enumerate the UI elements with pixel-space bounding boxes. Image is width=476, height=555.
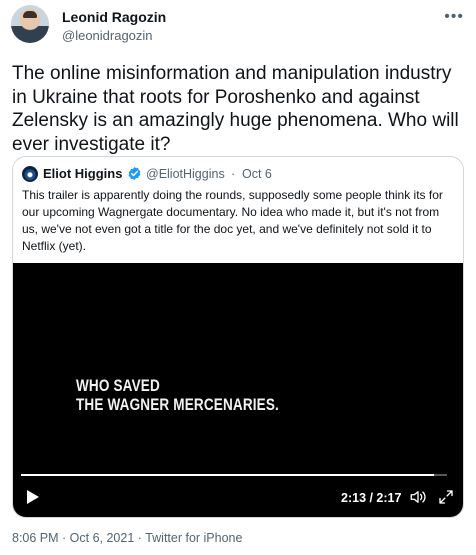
video-progress-bar[interactable] — [21, 474, 447, 476]
video-time: 2:13 / 2:17 — [341, 491, 402, 505]
tweet-timestamp[interactable]: 8:06 PM · Oct 6, 2021 — [12, 531, 134, 545]
tweet-meta: 8:06 PM · Oct 6, 2021 · Twitter for iPho… — [12, 531, 242, 545]
quoted-tweet[interactable]: Eliot Higgins @EliotHiggins · Oct 6 This… — [12, 156, 464, 518]
quoted-author-handle: @EliotHiggins — [146, 167, 225, 181]
fullscreen-icon[interactable] — [437, 488, 455, 506]
verified-badge-icon — [128, 166, 141, 181]
video-player[interactable]: WHO SAVED THE WAGNER MERCENARIES. 2:13 /… — [13, 263, 463, 517]
video-caption-line1: WHO SAVED — [76, 377, 160, 395]
volume-icon[interactable] — [409, 488, 427, 506]
author-handle[interactable]: @leonidragozin — [62, 28, 153, 43]
quoted-text: This trailer is apparently doing the rou… — [22, 188, 443, 253]
author-avatar[interactable] — [11, 5, 49, 43]
more-horizontal-icon[interactable]: ••• — [444, 8, 464, 26]
play-icon[interactable] — [26, 489, 40, 505]
quoted-author-name: Eliot Higgins — [43, 166, 123, 181]
tweet-source[interactable]: Twitter for iPhone — [145, 531, 242, 545]
video-caption: WHO SAVED THE WAGNER MERCENARIES. — [76, 377, 279, 415]
quoted-separator: · — [231, 167, 236, 181]
tweet-text: The online misinformation and manipulati… — [12, 63, 459, 155]
meta-separator: · — [134, 531, 146, 545]
video-progress-fill — [21, 474, 435, 476]
author-name[interactable]: Leonid Ragozin — [62, 9, 166, 25]
video-caption-line2: THE WAGNER MERCENARIES. — [76, 396, 279, 414]
tweet: Leonid Ragozin @leonidragozin ••• The on… — [0, 0, 476, 555]
quoted-date: Oct 6 — [242, 167, 272, 181]
quoted-author-avatar — [22, 166, 38, 182]
